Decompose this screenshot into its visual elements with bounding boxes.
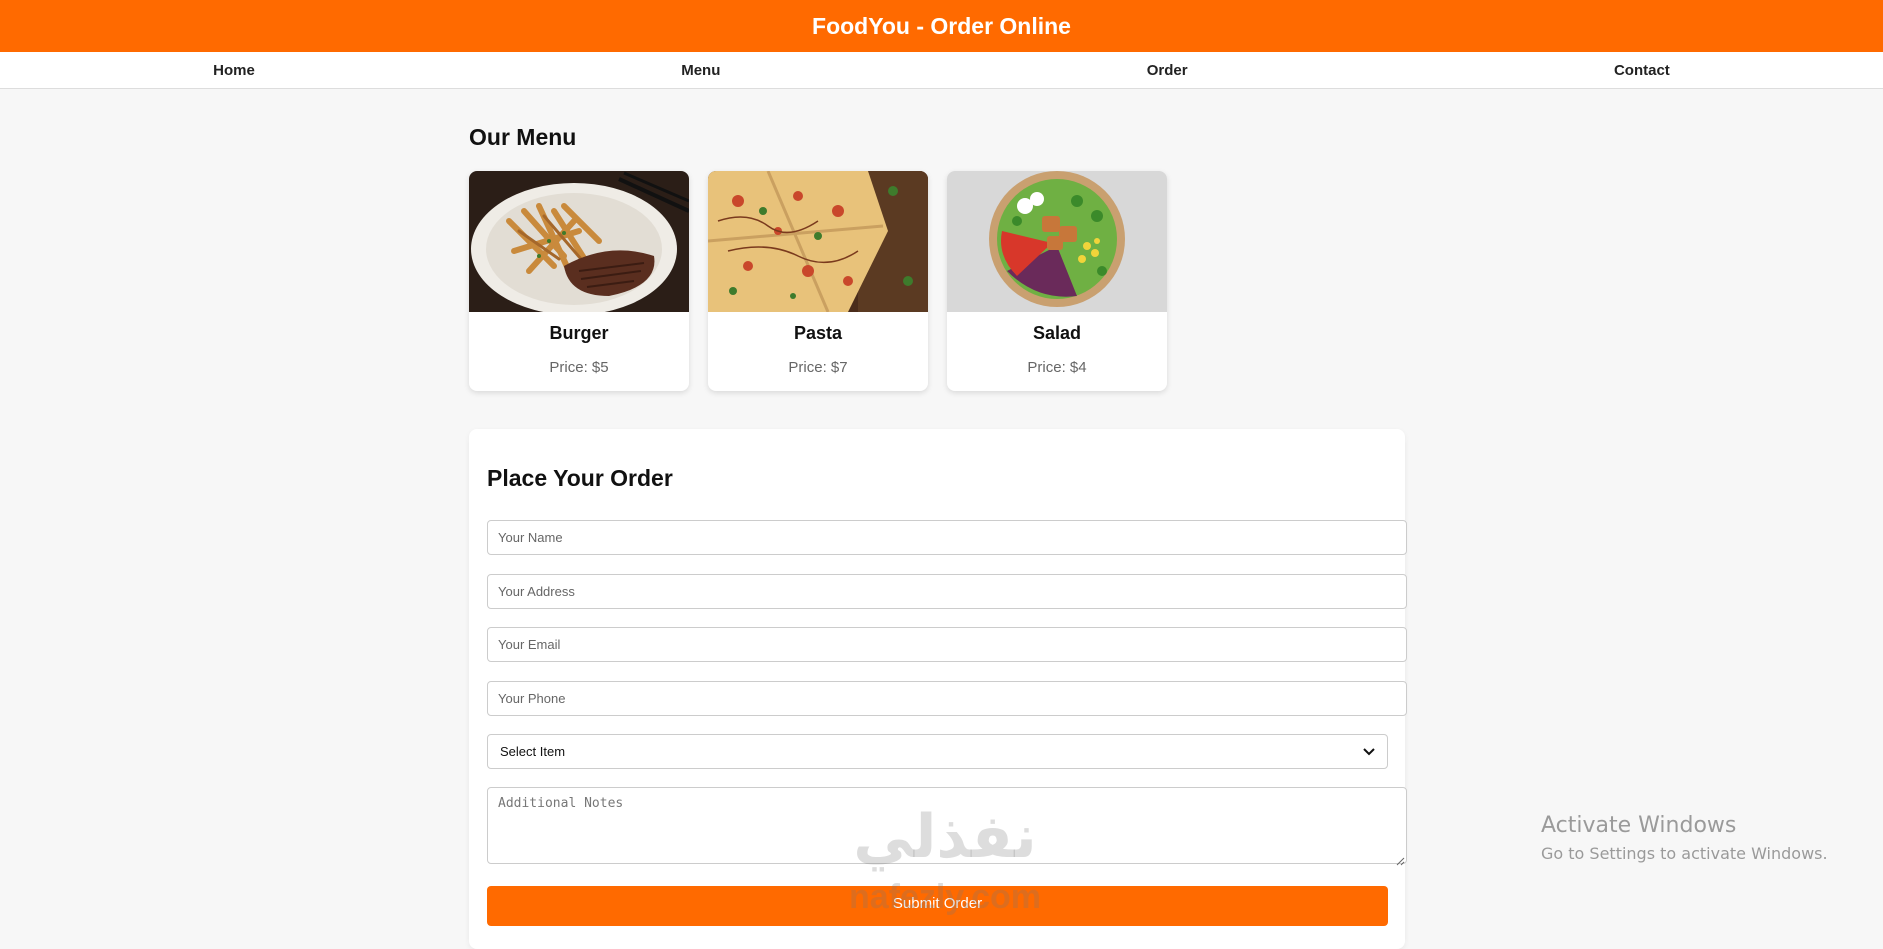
salad-bowl-image (947, 171, 1167, 312)
activate-windows-subtitle: Go to Settings to activate Windows. (1541, 844, 1828, 863)
activate-windows-title: Activate Windows (1541, 813, 1737, 838)
menu-item-price: Price: $5 (549, 359, 609, 376)
order-form-title: Place Your Order (487, 465, 673, 491)
main-nav: Home Menu Order Contact (0, 52, 1883, 89)
activate-windows-notice: Activate Windows Go to Settings to activ… (1541, 813, 1828, 863)
nav-item-home[interactable]: Home (213, 62, 255, 79)
menu-cards: Burger Price: $5 Pasta Price: $7 Salad P… (469, 171, 1186, 391)
site-title: FoodYou - Order Online (812, 12, 1071, 39)
menu-item-name: Pasta (793, 323, 843, 343)
phone-input[interactable] (487, 681, 1407, 716)
site-header: FoodYou - Order Online (0, 0, 1883, 52)
item-select-value: Select Item (500, 744, 566, 759)
menu-card-burger[interactable]: Burger Price: $5 (469, 171, 689, 391)
pizza-image (708, 171, 928, 312)
menu-section-title: Our Menu (469, 124, 577, 150)
menu-card-salad[interactable]: Salad Price: $4 (947, 171, 1167, 391)
nav-item-contact[interactable]: Contact (1614, 62, 1670, 79)
menu-card-pasta[interactable]: Pasta Price: $7 (708, 171, 928, 391)
nav-item-order[interactable]: Order (1147, 62, 1188, 79)
nav-item-menu[interactable]: Menu (681, 62, 720, 79)
steak-fries-image (469, 171, 689, 312)
menu-item-name: Burger (549, 323, 609, 343)
name-input[interactable] (487, 520, 1407, 555)
submit-order-button[interactable]: Submit Order (487, 886, 1388, 926)
order-form: Place Your Order Select Item Submit Orde… (469, 429, 1407, 949)
menu-item-price: Price: $7 (788, 359, 848, 376)
notes-textarea[interactable] (487, 787, 1407, 864)
resize-grip-icon[interactable] (1396, 853, 1405, 866)
chevron-down-icon (1363, 744, 1375, 759)
menu-item-name: Salad (1032, 323, 1082, 343)
menu-item-price: Price: $4 (1027, 359, 1087, 376)
address-input[interactable] (487, 574, 1407, 609)
email-input[interactable] (487, 627, 1407, 662)
item-select[interactable]: Select Item (487, 734, 1388, 769)
